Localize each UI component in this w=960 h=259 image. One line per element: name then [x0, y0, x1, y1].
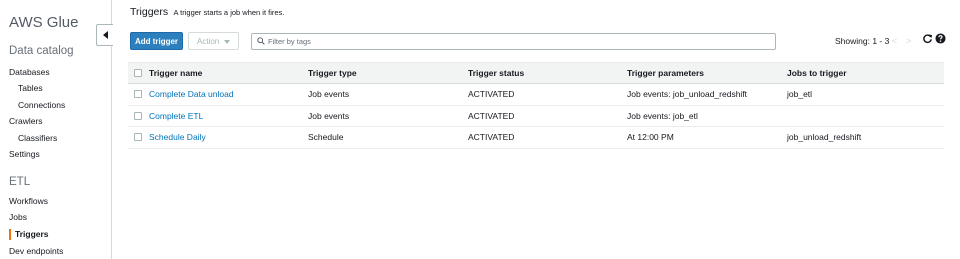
row-checkbox[interactable] — [134, 111, 142, 120]
section-data-catalog: Data catalog — [9, 45, 74, 57]
row-checkbox[interactable] — [134, 133, 142, 142]
sidebar-item-workflows[interactable]: Workflows — [9, 196, 48, 206]
trigger-name-link[interactable]: Complete ETL — [149, 106, 203, 127]
trigger-name-link[interactable]: Schedule Daily — [149, 127, 206, 148]
filter-by-tags[interactable] — [251, 33, 776, 50]
filter-input[interactable] — [268, 35, 768, 48]
column-header-trigger-parameters[interactable]: Trigger parameters — [627, 63, 704, 83]
page-title: Triggers — [130, 6, 169, 18]
column-header-jobs-to-trigger[interactable]: Jobs to trigger — [787, 63, 847, 83]
sidebar-item-classifiers[interactable]: Classifiers — [18, 133, 57, 143]
table-row[interactable]: Complete Data unload Job events ACTIVATE… — [128, 84, 944, 106]
search-icon — [257, 37, 265, 45]
help-icon[interactable] — [935, 33, 946, 44]
trigger-parameters: At 12:00 PM — [627, 132, 674, 143]
caret-down-icon — [224, 40, 230, 44]
column-header-trigger-type[interactable]: Trigger type — [308, 63, 357, 83]
page-header: Triggers A trigger starts a job when it … — [130, 6, 284, 18]
sidebar-item-connections[interactable]: Connections — [18, 100, 65, 110]
trigger-type: Job events — [308, 89, 350, 100]
table-row[interactable]: Schedule Daily Schedule ACTIVATED At 12:… — [128, 127, 944, 149]
sidebar-item-settings[interactable]: Settings — [9, 149, 40, 159]
collapse-icon[interactable] — [96, 24, 113, 46]
row-checkbox[interactable] — [134, 90, 142, 99]
trigger-status: ACTIVATED — [468, 110, 515, 121]
row-select-cell[interactable] — [134, 127, 142, 148]
select-all-checkbox[interactable] — [134, 69, 142, 77]
sidebar-item-databases[interactable]: Databases — [9, 67, 50, 77]
sidebar-item-jobs[interactable]: Jobs — [9, 212, 27, 222]
add-trigger-button[interactable]: Add trigger — [130, 32, 183, 50]
trigger-type: Job events — [308, 110, 350, 121]
trigger-status: ACTIVATED — [468, 89, 515, 100]
action-dropdown[interactable]: Action — [188, 32, 239, 50]
row-select-cell[interactable] — [134, 106, 142, 127]
action-label: Action — [197, 36, 220, 46]
section-etl: ETL — [9, 176, 31, 188]
column-header-trigger-name[interactable]: Trigger name — [149, 63, 202, 83]
table-row[interactable]: Complete ETL Job events ACTIVATED Job ev… — [128, 106, 944, 127]
select-all-cell[interactable] — [134, 63, 142, 83]
row-select-cell[interactable] — [134, 84, 142, 105]
page-description: A trigger starts a job when it fires. — [173, 8, 285, 17]
trigger-type: Schedule — [308, 132, 344, 143]
trigger-status: ACTIVATED — [468, 132, 515, 143]
trigger-name-link[interactable]: Complete Data unload — [149, 84, 234, 105]
refresh-icon[interactable] — [922, 33, 933, 44]
brand-title: AWS Glue — [9, 14, 79, 31]
next-page-button[interactable]: > — [906, 36, 911, 46]
sidebar-item-tables[interactable]: Tables — [18, 83, 43, 93]
sidebar-item-crawlers[interactable]: Crawlers — [9, 116, 43, 126]
trigger-parameters: Job events: job_etl — [627, 110, 698, 121]
table-header: Trigger name Trigger type Trigger status… — [128, 62, 944, 84]
pagination-showing: Showing: 1 - 3 — [835, 36, 890, 46]
sidebar-item-dev-endpoints[interactable]: Dev endpoints — [9, 246, 63, 256]
triggers-table: Trigger name Trigger type Trigger status… — [128, 62, 944, 149]
trigger-parameters: Job events: job_unload_redshift — [627, 89, 748, 100]
jobs-to-trigger: job_etl — [787, 89, 813, 100]
jobs-to-trigger: job_unload_redshift — [787, 132, 862, 143]
prev-page-button[interactable]: < — [892, 36, 897, 46]
sidebar-item-triggers[interactable]: Triggers — [9, 229, 49, 239]
column-header-trigger-status[interactable]: Trigger status — [468, 63, 524, 83]
